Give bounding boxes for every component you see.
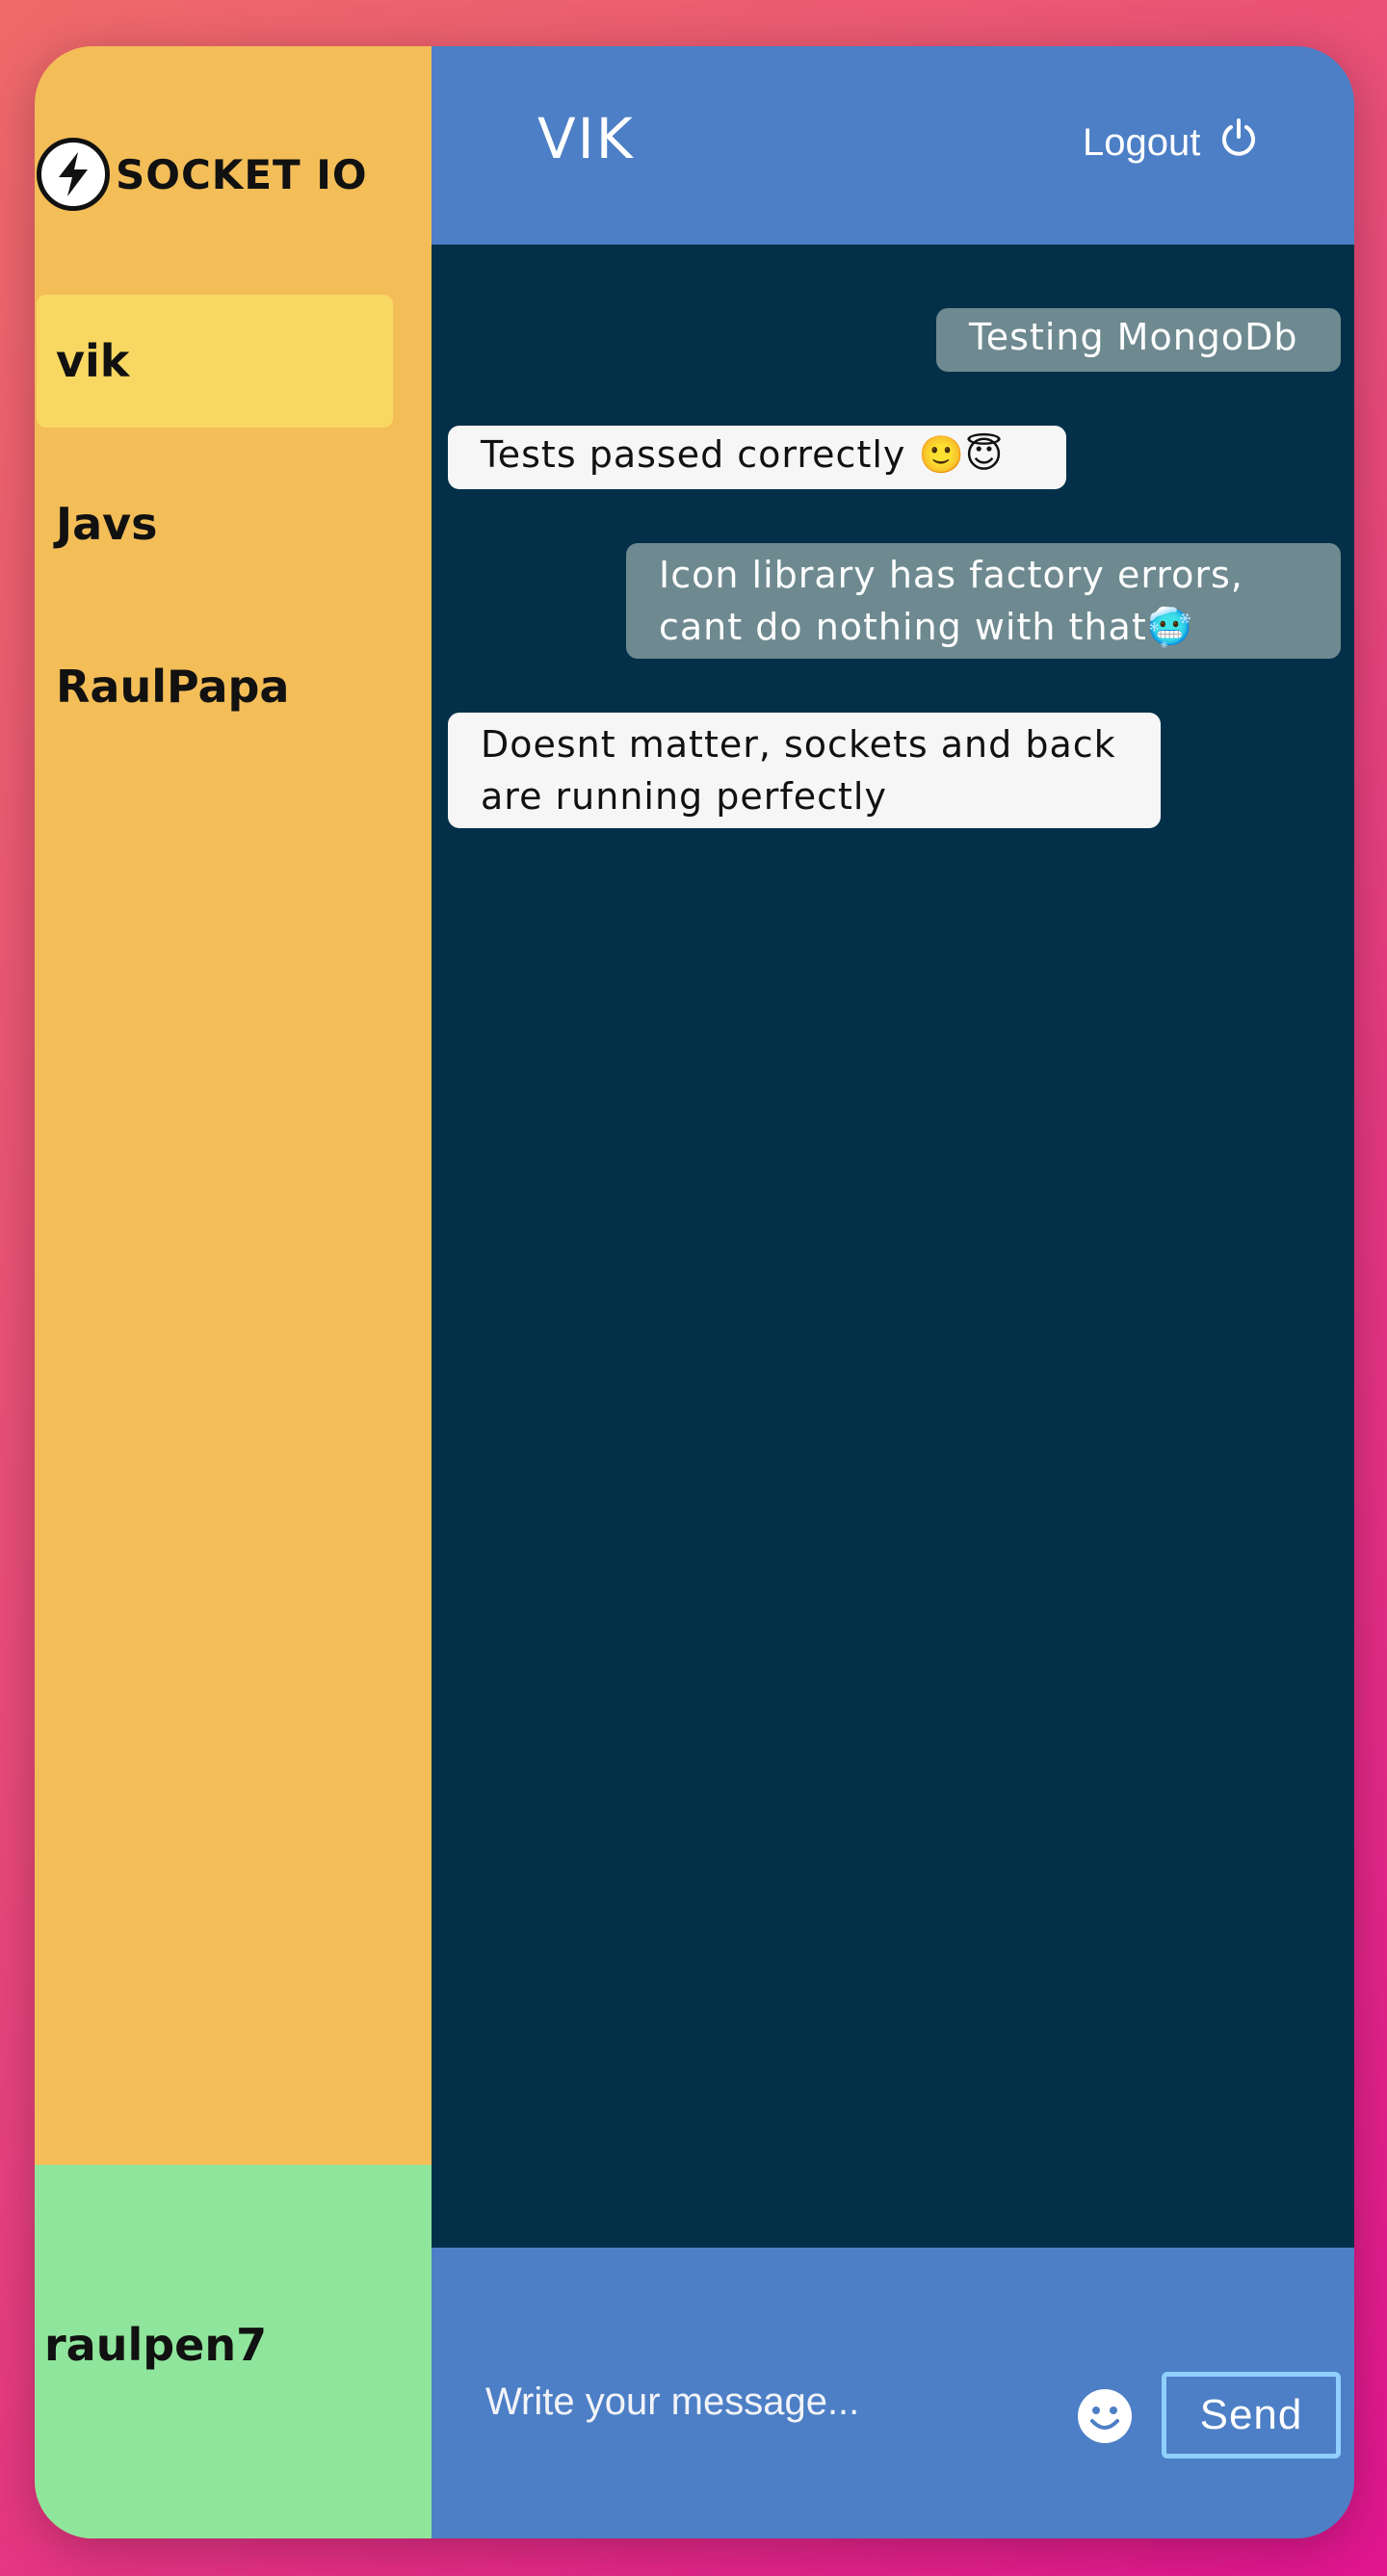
message-bubble: Icon library has factory errors, cant do… <box>626 543 1341 659</box>
chat-title: VIK <box>537 106 635 171</box>
current-user-panel: raulpen7 <box>35 2165 432 2538</box>
message-bubble: Testing MongoDb <box>936 308 1341 372</box>
logo-text: SOCKET IO <box>116 150 368 198</box>
current-user-name: raulpen7 <box>44 2319 268 2371</box>
user-item-javs[interactable]: Javs <box>37 457 393 590</box>
user-item-raulpapa[interactable]: RaulPapa <box>37 620 393 753</box>
lightning-bolt-icon <box>37 138 110 211</box>
power-icon <box>1219 117 1258 168</box>
send-button[interactable]: Send <box>1162 2372 1341 2459</box>
message-bubble: Doesnt matter, sockets and back are runn… <box>448 713 1161 828</box>
message-input[interactable] <box>460 2363 1088 2440</box>
user-item-vik[interactable]: vik <box>37 295 393 428</box>
logout-button[interactable]: Logout <box>1083 117 1258 168</box>
logout-label: Logout <box>1083 120 1201 164</box>
chat-header: VIK Logout <box>432 46 1354 245</box>
message-bubble: Tests passed correctly 🙂😇 <box>448 426 1066 489</box>
sidebar: SOCKET IO vik Javs RaulPapa raulpen7 <box>35 46 432 2538</box>
logo: SOCKET IO <box>37 130 368 219</box>
message-composer: Send <box>432 2248 1354 2538</box>
smiley-icon[interactable] <box>1077 2388 1133 2444</box>
message-list: Testing MongoDb Tests passed correctly 🙂… <box>432 245 1354 2248</box>
chat-app: SOCKET IO vik Javs RaulPapa raulpen7 VIK… <box>35 46 1354 2538</box>
